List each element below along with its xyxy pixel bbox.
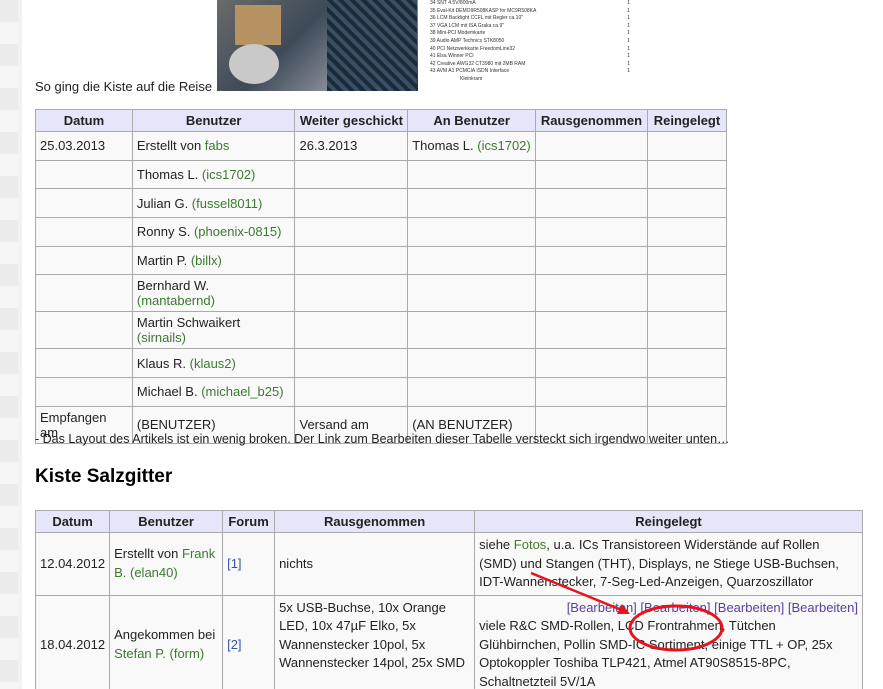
col-benutzer: Benutzer: [109, 510, 224, 533]
table-row: Julian G. (fussel8011): [35, 188, 728, 219]
user-link[interactable]: (michael_b25): [201, 384, 283, 399]
user-nick-link[interactable]: (elan40): [130, 565, 178, 580]
photo-caption: So ging die Kiste auf die Reise: [35, 79, 213, 94]
user-link[interactable]: (mantabernd): [137, 293, 215, 308]
forum-link[interactable]: [1]: [227, 556, 241, 571]
user-link[interactable]: (fussel8011): [192, 196, 263, 211]
col-rausgenommen: Rausgenommen: [534, 109, 648, 132]
sheet-row: 36 LCM Backlight CCFL mit Regler ca.10" 1: [430, 15, 630, 22]
forum-link[interactable]: [2]: [227, 637, 241, 652]
col-forum: Forum: [222, 510, 276, 533]
table-row: Michael B. (michael_b25): [35, 377, 728, 407]
sheet-row: 34 SNT 4.5V/800mA 1: [430, 0, 630, 6]
layout-note: - Das Layout des Artikels ist ein wenig …: [35, 432, 730, 446]
col-weiter: Weiter geschickt: [294, 109, 409, 132]
spreadsheet-image[interactable]: 34 SNT 4.5V/800mA 1 35 Eval-Kit DEMO9R508K…: [430, 0, 635, 91]
table-row: Martin Schwaikert (sirnails): [35, 311, 728, 350]
sheet-row: 37 VGA LCM mit ISA Graka ca.9" 1: [430, 22, 630, 29]
sheet-row: 38 Mini-PCI Modemkarte 1: [430, 30, 630, 37]
table-row: 25.03.2013 Erstellt von fabs 26.3.2013 T…: [35, 131, 728, 161]
user-nick-link[interactable]: (form): [170, 646, 205, 661]
table-row: Martin P. (billx): [35, 245, 728, 276]
table-header-row: Datum Benutzer Weiter geschickt An Benut…: [35, 109, 728, 132]
col-benutzer: Benutzer: [131, 109, 296, 132]
col-an-benutzer: An Benutzer: [407, 109, 536, 132]
shipping-table: Datum Benutzer Weiter geschickt An Benut…: [35, 109, 728, 444]
table-row: Thomas L. (ics1702): [35, 159, 728, 190]
user-link[interactable]: (billx): [191, 253, 222, 268]
col-reingelegt: Reingelegt: [474, 510, 863, 533]
edit-link[interactable]: [Bearbeiten]: [567, 600, 637, 615]
edit-link[interactable]: [Bearbeiten]: [788, 600, 858, 615]
sheet-row: Kleinkram: [460, 75, 483, 82]
user-link[interactable]: (klaus2): [190, 356, 236, 371]
article-content: So ging die Kiste auf die Reise 34 SNT 4…: [22, 0, 883, 689]
col-datum: Datum: [35, 109, 133, 132]
edit-links: [Bearbeiten] [Bearbeiten] [Bearbeiten] […: [479, 599, 858, 618]
user-link[interactable]: Stefan P.: [114, 646, 166, 661]
sheet-row: 39 Audio AMP Technics STK8050 1: [430, 37, 630, 44]
sheet-row: 42 Creative AWG32 CT3980 mit 2MB RAM 1: [430, 60, 630, 67]
sheet-row: 40 PCI Netzwerkkarte FreedomLine32 1: [430, 45, 630, 52]
user-link[interactable]: (ics1702): [202, 167, 255, 182]
table-header-row: Datum Benutzer Forum Rausgenommen Reinge…: [34, 510, 863, 533]
kiste-salzgitter-table: Datum Benutzer Forum Rausgenommen Reinge…: [34, 510, 863, 689]
edit-link-highlighted[interactable]: [Bearbeiten]: [640, 600, 710, 615]
table-row: 18.04.2012 Angekommen bei Stefan P. (for…: [34, 594, 863, 689]
user-link[interactable]: (ics1702): [477, 138, 530, 153]
col-reingelegt: Reingelegt: [646, 109, 728, 132]
user-link[interactable]: fabs: [205, 138, 230, 153]
table-row: Ronny S. (phoenix-0815): [35, 217, 728, 247]
background-decoration: [0, 0, 18, 689]
table-row: Klaus R. (klaus2): [35, 348, 728, 379]
table-row: 12.04.2012 Erstellt von Frank B. (elan40…: [34, 532, 863, 596]
section-heading: Kiste Salzgitter: [35, 466, 173, 487]
user-link[interactable]: (phoenix-0815): [194, 224, 281, 239]
table-row: Bernhard W. (mantabernd): [35, 274, 728, 313]
user-link[interactable]: (sirnails): [137, 330, 186, 345]
fotos-link[interactable]: Fotos: [514, 537, 547, 552]
col-rausgenommen: Rausgenommen: [274, 510, 476, 533]
sheet-row: 35 Eval-Kit DEMO9R508KASP for MC9R508KA 1: [430, 7, 630, 14]
box-photo[interactable]: [217, 0, 418, 91]
photo-row: So ging die Kiste auf die Reise 34 SNT 4…: [35, 0, 635, 95]
edit-link[interactable]: [Bearbeiten]: [714, 600, 784, 615]
col-datum: Datum: [34, 510, 111, 533]
sheet-row: 41 Elsa Winner PCI 1: [430, 53, 630, 60]
sheet-row: 43 AVM A1 PCMCIA ISDN Interface 1: [430, 68, 630, 75]
